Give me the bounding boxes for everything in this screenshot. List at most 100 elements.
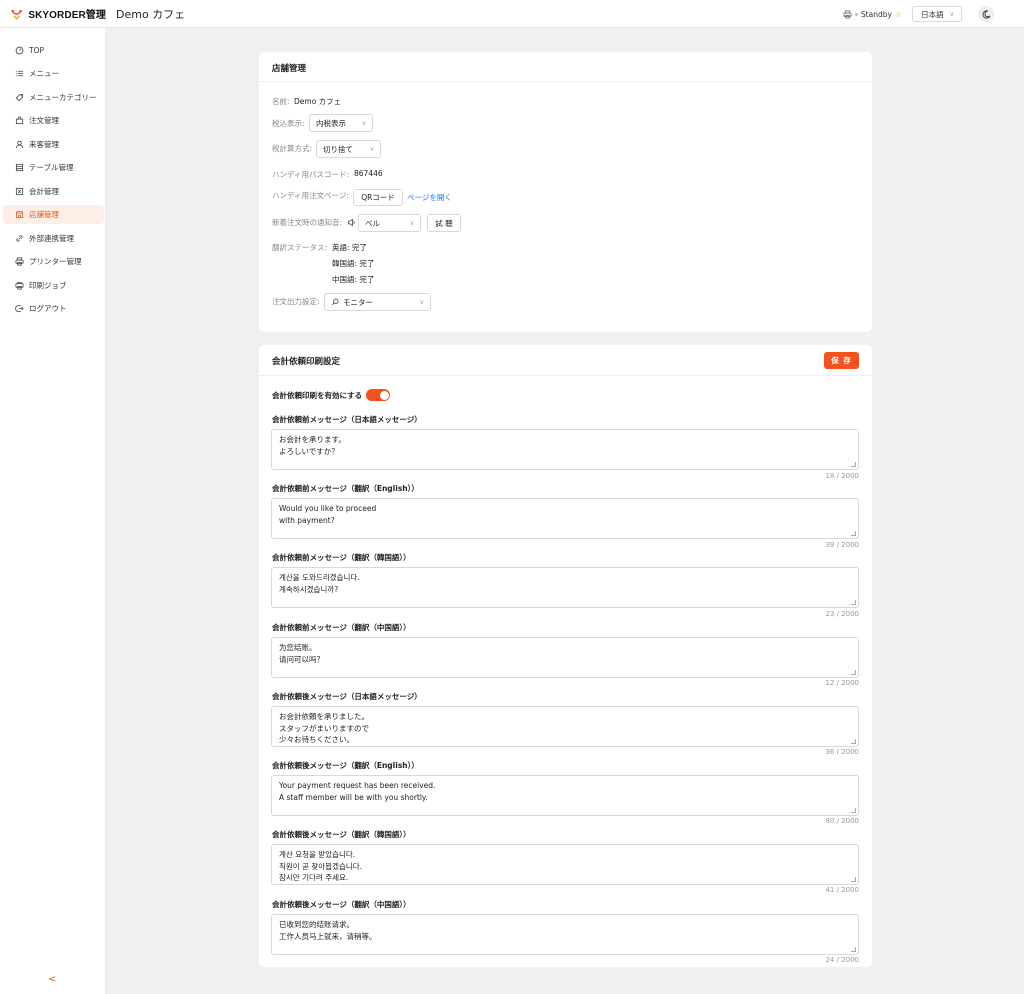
list-icon [15,69,24,78]
printer-status[interactable]: Standby ☆ [843,10,902,19]
tax-calc-label: 税計算方式: [272,144,313,153]
message-textarea[interactable]: 已收到您的结账请求。 工作人员马上就来，请稍等。 [271,914,859,955]
receipt-icon [15,187,24,196]
char-count: 39 / 2000 [825,541,859,549]
message-label: 会計依頼前メッセージ（日本語メッセージ） [272,415,422,424]
sidebar-item-menu-category[interactable]: メニューカテゴリー [3,88,104,107]
sidebar-item-label: 来客管理 [29,140,59,149]
table-icon [15,163,24,172]
tax-display-select[interactable]: 内税表示 ∨ [309,114,373,132]
brand-logo[interactable]: SKYORDER管理 [0,6,106,21]
sidebar-item-label: メニューカテゴリー [29,93,97,102]
toggle-label: 会計依頼印刷を有効にする [272,390,363,400]
handy-passcode-label: ハンディ用パスコード: [272,170,350,179]
collapse-sidebar-button[interactable]: < [48,974,56,985]
store-icon [15,210,24,219]
listen-button[interactable]: 試 聴 [427,214,461,232]
handy-order-page-label: ハンディ用注文ページ: [272,191,349,200]
chevron-down-icon: ∨ [369,145,374,153]
star-icon: ☆ [894,9,903,19]
tax-display-value: 内税表示 [316,118,346,128]
sidebar-item-label: テーブル管理 [29,163,74,172]
qr-code-button[interactable]: QRコード [353,189,403,206]
translation-status-en: 英語: 完了 [332,243,367,252]
billing-print-toggle[interactable] [366,389,391,401]
sidebar-item-top[interactable]: TOP [3,41,104,60]
char-count: 12 / 2000 [825,679,859,687]
sidebar-item-print-jobs[interactable]: 印刷ジョブ [3,276,104,295]
sidebar-item-label: 注文管理 [29,116,59,125]
chevron-down-icon: ∨ [409,219,414,227]
order-output-select[interactable]: モニター ∨ [324,293,431,311]
store-name-value: Demo カフェ [294,97,342,106]
language-select[interactable]: 日本語 ∨ [912,6,962,22]
resize-handle[interactable] [851,462,856,467]
store-settings-card: 店舗管理 名前: Demo カフェ 税込表示: 内税表示 ∨ 税計算方式: 切り… [259,52,872,332]
save-button[interactable]: 保 存 [824,352,859,369]
resize-handle[interactable] [851,670,856,675]
brand-name: SKYORDER管理 [28,10,106,21]
sidebar-item-visitors[interactable]: 来客管理 [3,135,104,154]
notify-sound-value: ベル [365,218,380,228]
message-textarea[interactable]: 계산 요청을 받았습니다. 직원이 곧 찾아뵙겠습니다. 잠시만 기다려 주세요… [271,844,859,885]
billing-print-toggle-row: 会計依頼印刷を有効にする [272,389,391,401]
resize-handle[interactable] [851,947,856,952]
message-label: 会計依頼前メッセージ（翻訳（中国語）） [272,623,411,632]
sidebar-item-logout[interactable]: ログアウト [3,299,104,318]
sidebar-item-integrations[interactable]: 外部連携管理 [3,229,104,248]
sidebar-item-accounting[interactable]: 会計管理 [3,182,104,201]
divider [259,375,872,376]
sidebar-item-tables[interactable]: テーブル管理 [3,158,104,177]
language-label: 日本語 [921,9,944,19]
message-textarea[interactable]: お会計依頼を承りました。 スタッフがまいりますので 少々お待ちください。 [271,706,859,747]
order-output-label: 注文出力設定: [272,297,320,306]
resize-handle[interactable] [851,808,856,813]
message-textarea[interactable]: Your payment request has been received. … [271,775,859,816]
message-label: 会計依頼後メッセージ（翻訳（English）） [272,761,419,770]
tax-calc-value: 切り捨て [323,144,353,154]
message-textarea[interactable]: 为您结账。 请问可以吗？ [271,637,859,678]
theme-toggle-button[interactable] [978,6,994,22]
printer-status-text: Standby [860,9,892,19]
sidebar-item-menu[interactable]: メニュー [3,64,104,83]
card-title: 店舗管理 [272,64,307,74]
printer-icon [15,257,24,266]
chevron-down-icon: ∨ [949,10,954,18]
chevron-down-icon: ∨ [361,119,366,127]
char-count: 18 / 2000 [825,472,859,480]
resize-handle[interactable] [851,739,856,744]
chevron-down-icon: ∨ [419,298,424,306]
speaker-icon [347,218,355,227]
divider [259,81,872,82]
logo-icon [11,9,23,20]
status-dot [854,12,858,16]
tax-calc-select[interactable]: 切り捨て ∨ [316,140,381,158]
translation-status-ko: 韓国語: 完了 [332,259,375,268]
char-count: 80 / 2000 [825,817,859,825]
sidebar-item-store[interactable]: 店舗管理 [3,205,104,224]
sidebar-item-label: ログアウト [29,304,67,313]
message-textarea[interactable]: 계산을 도와드리겠습니다. 계속하시겠습니까? [271,567,859,608]
print-job-icon [15,281,24,290]
link-icon [15,234,24,243]
sidebar-item-printers[interactable]: プリンター管理 [3,252,104,271]
open-page-link[interactable]: ページを開く [407,192,452,203]
sidebar: TOP メニュー メニューカテゴリー 注文管理 来客管理 テーブル管理 会計管理… [0,28,106,994]
notify-sound-select[interactable]: ベル ∨ [358,214,421,232]
billing-print-card: 会計依頼印刷設定 保 存 会計依頼印刷を有効にする 会計依頼前メッセージ（日本語… [259,345,872,967]
sidebar-item-label: メニュー [29,69,59,78]
translation-status-zh: 中国語: 完了 [332,275,375,284]
tax-display-label: 税込表示: [272,119,305,128]
resize-handle[interactable] [851,531,856,536]
sidebar-item-label: 印刷ジョブ [29,281,67,290]
message-textarea[interactable]: お会計を承ります。 よろしいですか？ [271,429,859,470]
resize-handle[interactable] [851,600,856,605]
logout-icon [15,304,24,313]
sidebar-item-orders[interactable]: 注文管理 [3,111,104,130]
card-title: 会計依頼印刷設定 [272,357,341,367]
char-count: 41 / 2000 [825,886,859,894]
message-textarea[interactable]: Would you like to proceed with payment? [271,498,859,539]
char-count: 23 / 2000 [825,610,859,618]
top-header: SKYORDER管理 Demo カフェ Standby ☆ 日本語 ∨ [0,0,1024,28]
resize-handle[interactable] [851,877,856,882]
